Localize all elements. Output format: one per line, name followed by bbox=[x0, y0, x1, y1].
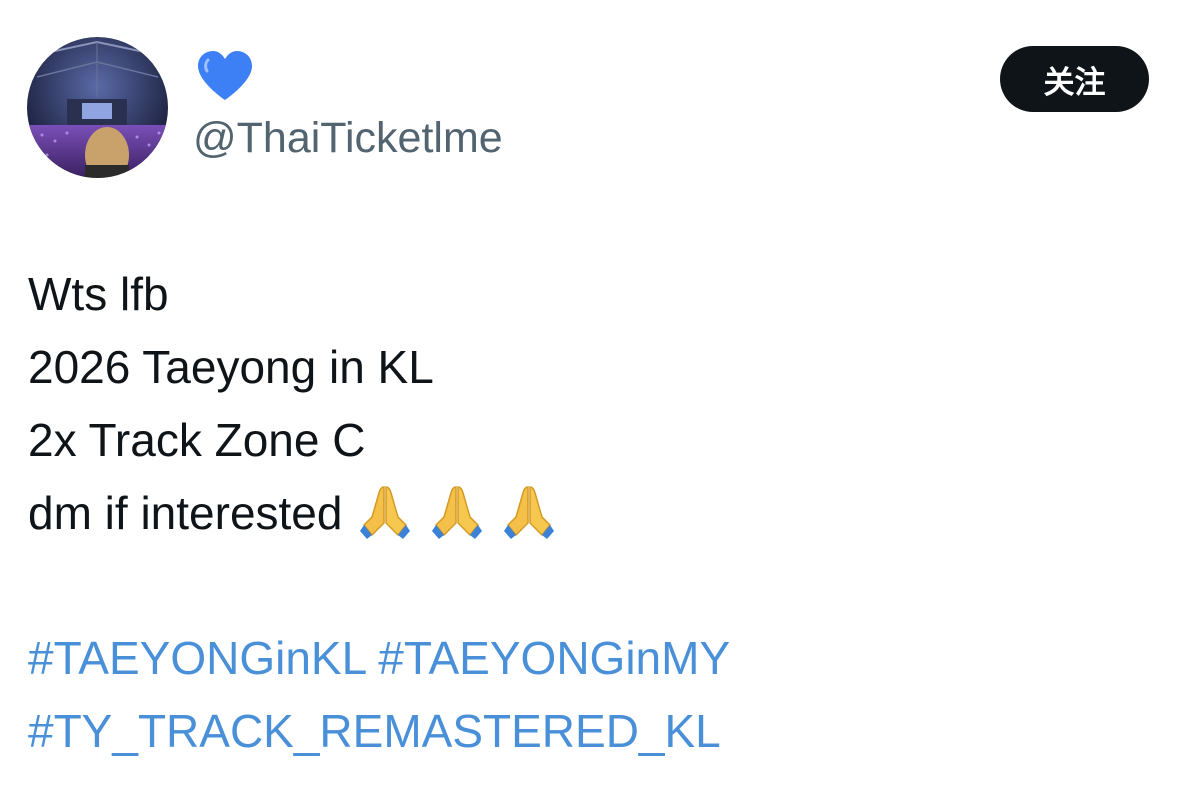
tweet-line: dm if interested bbox=[28, 487, 343, 539]
blue-heart-icon bbox=[196, 50, 254, 102]
follow-button[interactable]: 关注 bbox=[1000, 46, 1149, 112]
avatar-image bbox=[27, 37, 168, 178]
hashtag-link[interactable]: #TY_TRACK_REMASTERED_KL bbox=[28, 705, 721, 757]
author-handle[interactable]: @ThaiTicketlme bbox=[193, 112, 503, 164]
tweet-text: Wts lfb 2026 Taeyong in KL 2x Track Zone… bbox=[28, 258, 555, 550]
folded-hands-icon bbox=[360, 483, 411, 539]
hashtag-line: #TY_TRACK_REMASTERED_KL bbox=[28, 695, 730, 768]
tweet-card: @ThaiTicketlme 关注 Wts lfb 2026 Taeyong i… bbox=[0, 0, 1200, 787]
tweet-line: Wts lfb bbox=[28, 268, 169, 320]
folded-hands-icon bbox=[504, 483, 555, 539]
folded-hands-icon bbox=[432, 483, 483, 539]
hashtag-block: #TAEYONGinKL #TAEYONGinMY #TY_TRACK_REMA… bbox=[28, 622, 730, 768]
hashtag-link[interactable]: #TAEYONGinMY bbox=[378, 632, 730, 684]
hashtag-line: #TAEYONGinKL #TAEYONGinMY bbox=[28, 622, 730, 695]
tweet-line: 2026 Taeyong in KL bbox=[28, 341, 434, 393]
hashtag-link[interactable]: #TAEYONGinKL bbox=[28, 632, 365, 684]
tweet-line: 2x Track Zone C bbox=[28, 414, 366, 466]
emoji-row bbox=[360, 483, 555, 539]
avatar[interactable] bbox=[27, 37, 168, 178]
tweet-line-with-emoji: dm if interested bbox=[28, 477, 555, 550]
display-name[interactable] bbox=[196, 46, 254, 106]
